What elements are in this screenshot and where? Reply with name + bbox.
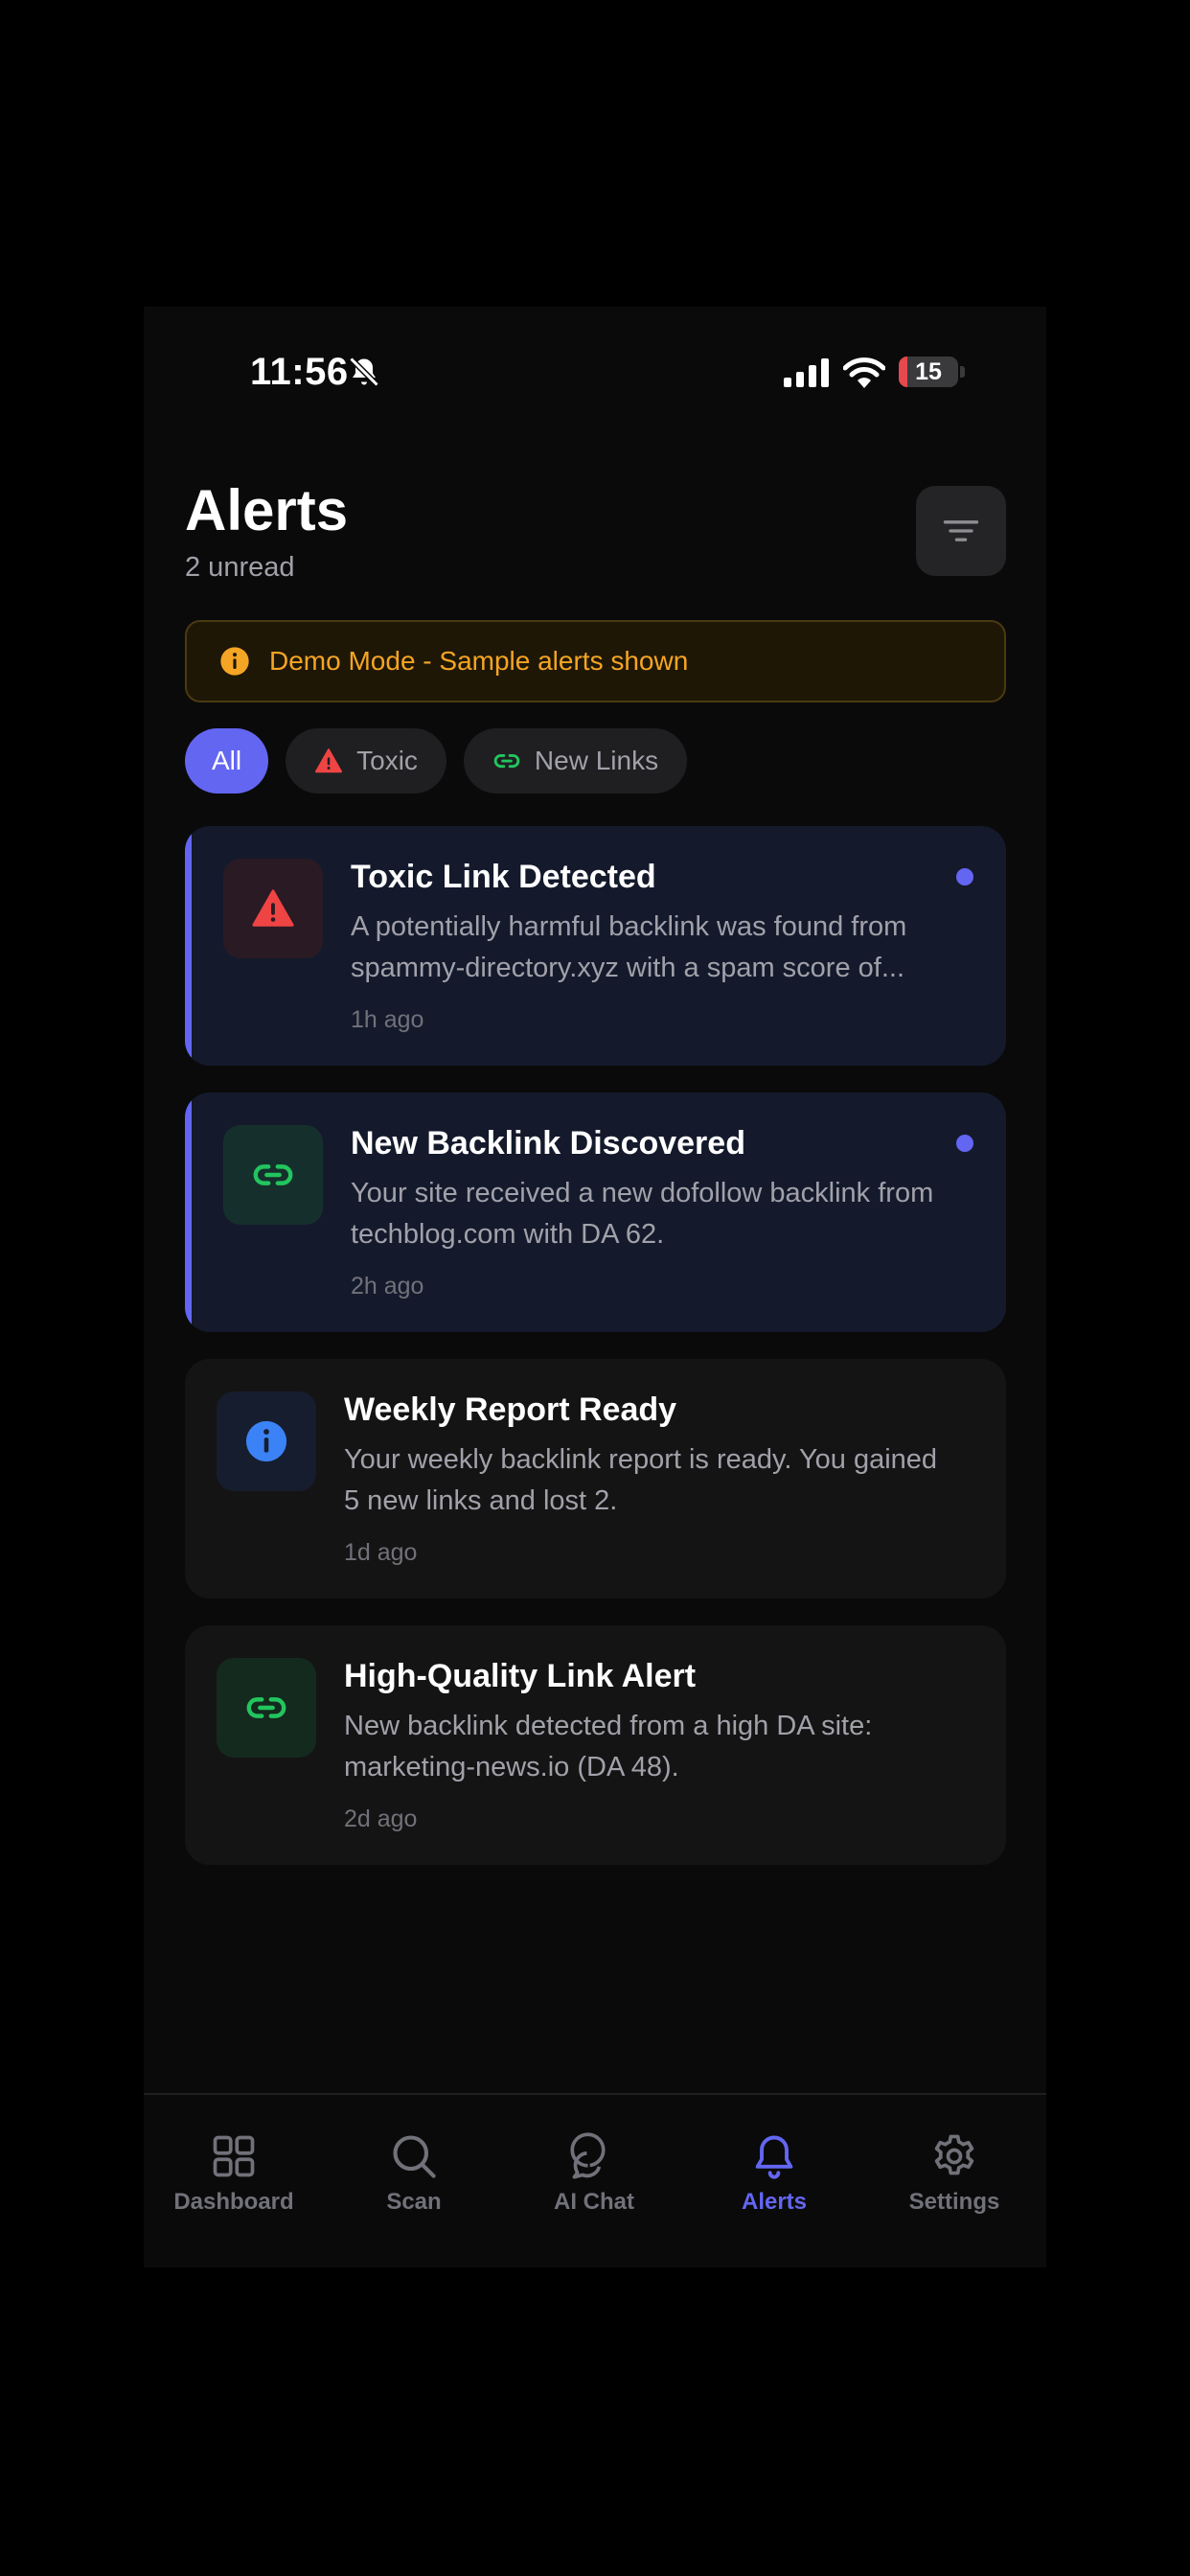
alert-description: New backlink detected from a high DA sit…	[344, 1711, 873, 1782]
tab-label: Dashboard	[173, 2189, 294, 2215]
tab-alerts[interactable]: Alerts	[684, 2131, 864, 2216]
unread-dot	[956, 1135, 973, 1152]
alert-card-toxic-link[interactable]: Toxic Link Detected A potentially harmfu…	[185, 826, 1006, 1066]
tab-label: Scan	[386, 2189, 442, 2215]
alert-title: Weekly Report Ready	[344, 1392, 677, 1428]
unread-count: 2 unread	[185, 552, 295, 583]
tab-label: Settings	[908, 2189, 1000, 2215]
demo-mode-text: Demo Mode - Sample alerts shown	[269, 646, 689, 676]
gear-icon	[934, 2134, 974, 2175]
alert-title: Toxic Link Detected	[351, 859, 656, 895]
alert-icon-container	[223, 859, 323, 958]
alert-icon-container	[217, 1658, 316, 1758]
tab-ai-chat[interactable]: AI Chat	[504, 2131, 684, 2216]
warning-icon	[315, 748, 343, 773]
alert-description: A potentially harmful backlink was found…	[351, 911, 907, 983]
status-time: 11:56	[250, 351, 349, 393]
filter-button[interactable]	[916, 486, 1006, 576]
link-icon	[253, 1164, 293, 1185]
warning-icon	[252, 889, 294, 927]
page-title: Alerts	[185, 478, 349, 542]
grid-icon	[213, 2135, 255, 2177]
bell-slash-icon	[349, 356, 379, 387]
alert-description: Your weekly backlink report is ready. Yo…	[344, 1444, 938, 1516]
alert-icon-container	[223, 1125, 323, 1225]
phone-screen: 11:56 15 Alerts 2 unread Demo Mode - Sam…	[144, 307, 1046, 2267]
alert-icon-container	[217, 1392, 316, 1491]
wifi-icon	[843, 357, 885, 388]
alert-timestamp: 1d ago	[344, 1539, 418, 1566]
bell-icon	[755, 2135, 793, 2179]
status-bar: 11:56 15	[144, 307, 1046, 441]
alert-description: Your site received a new dofollow backli…	[351, 1178, 934, 1250]
alert-card-high-quality-link[interactable]: High-Quality Link Alert New backlink det…	[185, 1625, 1006, 1865]
chat-icon	[570, 2132, 606, 2179]
alert-card-weekly-report[interactable]: Weekly Report Ready Your weekly backlink…	[185, 1359, 1006, 1598]
unread-dot	[956, 868, 973, 886]
cellular-signal-icon	[784, 358, 829, 387]
battery-indicator: 15	[899, 356, 958, 387]
demo-mode-banner: Demo Mode - Sample alerts shown	[185, 620, 1006, 702]
battery-level: 15	[915, 358, 942, 385]
tab-label: AI Chat	[554, 2189, 634, 2215]
alert-timestamp: 2d ago	[344, 1806, 418, 1832]
tab-label: Alerts	[741, 2189, 808, 2215]
chip-label: New Links	[534, 746, 659, 775]
info-icon	[245, 1420, 287, 1462]
filter-chip-all[interactable]: All	[185, 728, 269, 794]
search-icon	[393, 2135, 436, 2178]
chip-label: Toxic	[356, 746, 418, 775]
alert-timestamp: 1h ago	[351, 1006, 424, 1033]
tab-settings[interactable]: Settings	[864, 2131, 1044, 2216]
chip-label: All	[212, 746, 242, 775]
alert-card-new-backlink[interactable]: New Backlink Discovered Your site receiv…	[185, 1092, 1006, 1332]
link-icon	[246, 1697, 286, 1718]
info-icon	[220, 647, 249, 676]
battery-nub	[960, 366, 965, 378]
alert-title: New Backlink Discovered	[351, 1125, 745, 1162]
filter-chips: All Toxic New Links	[185, 728, 688, 794]
tab-bar: Dashboard Scan AI Chat Alerts Settings	[144, 2093, 1046, 2267]
tab-dashboard[interactable]: Dashboard	[144, 2131, 324, 2216]
filter-chip-toxic[interactable]: Toxic	[286, 728, 446, 794]
filter-chip-new-links[interactable]: New Links	[463, 728, 688, 794]
filter-icon	[943, 520, 979, 541]
alert-title: High-Quality Link Alert	[344, 1658, 697, 1694]
tab-scan[interactable]: Scan	[324, 2131, 504, 2216]
alert-timestamp: 2h ago	[351, 1273, 424, 1300]
link-icon	[493, 753, 520, 769]
